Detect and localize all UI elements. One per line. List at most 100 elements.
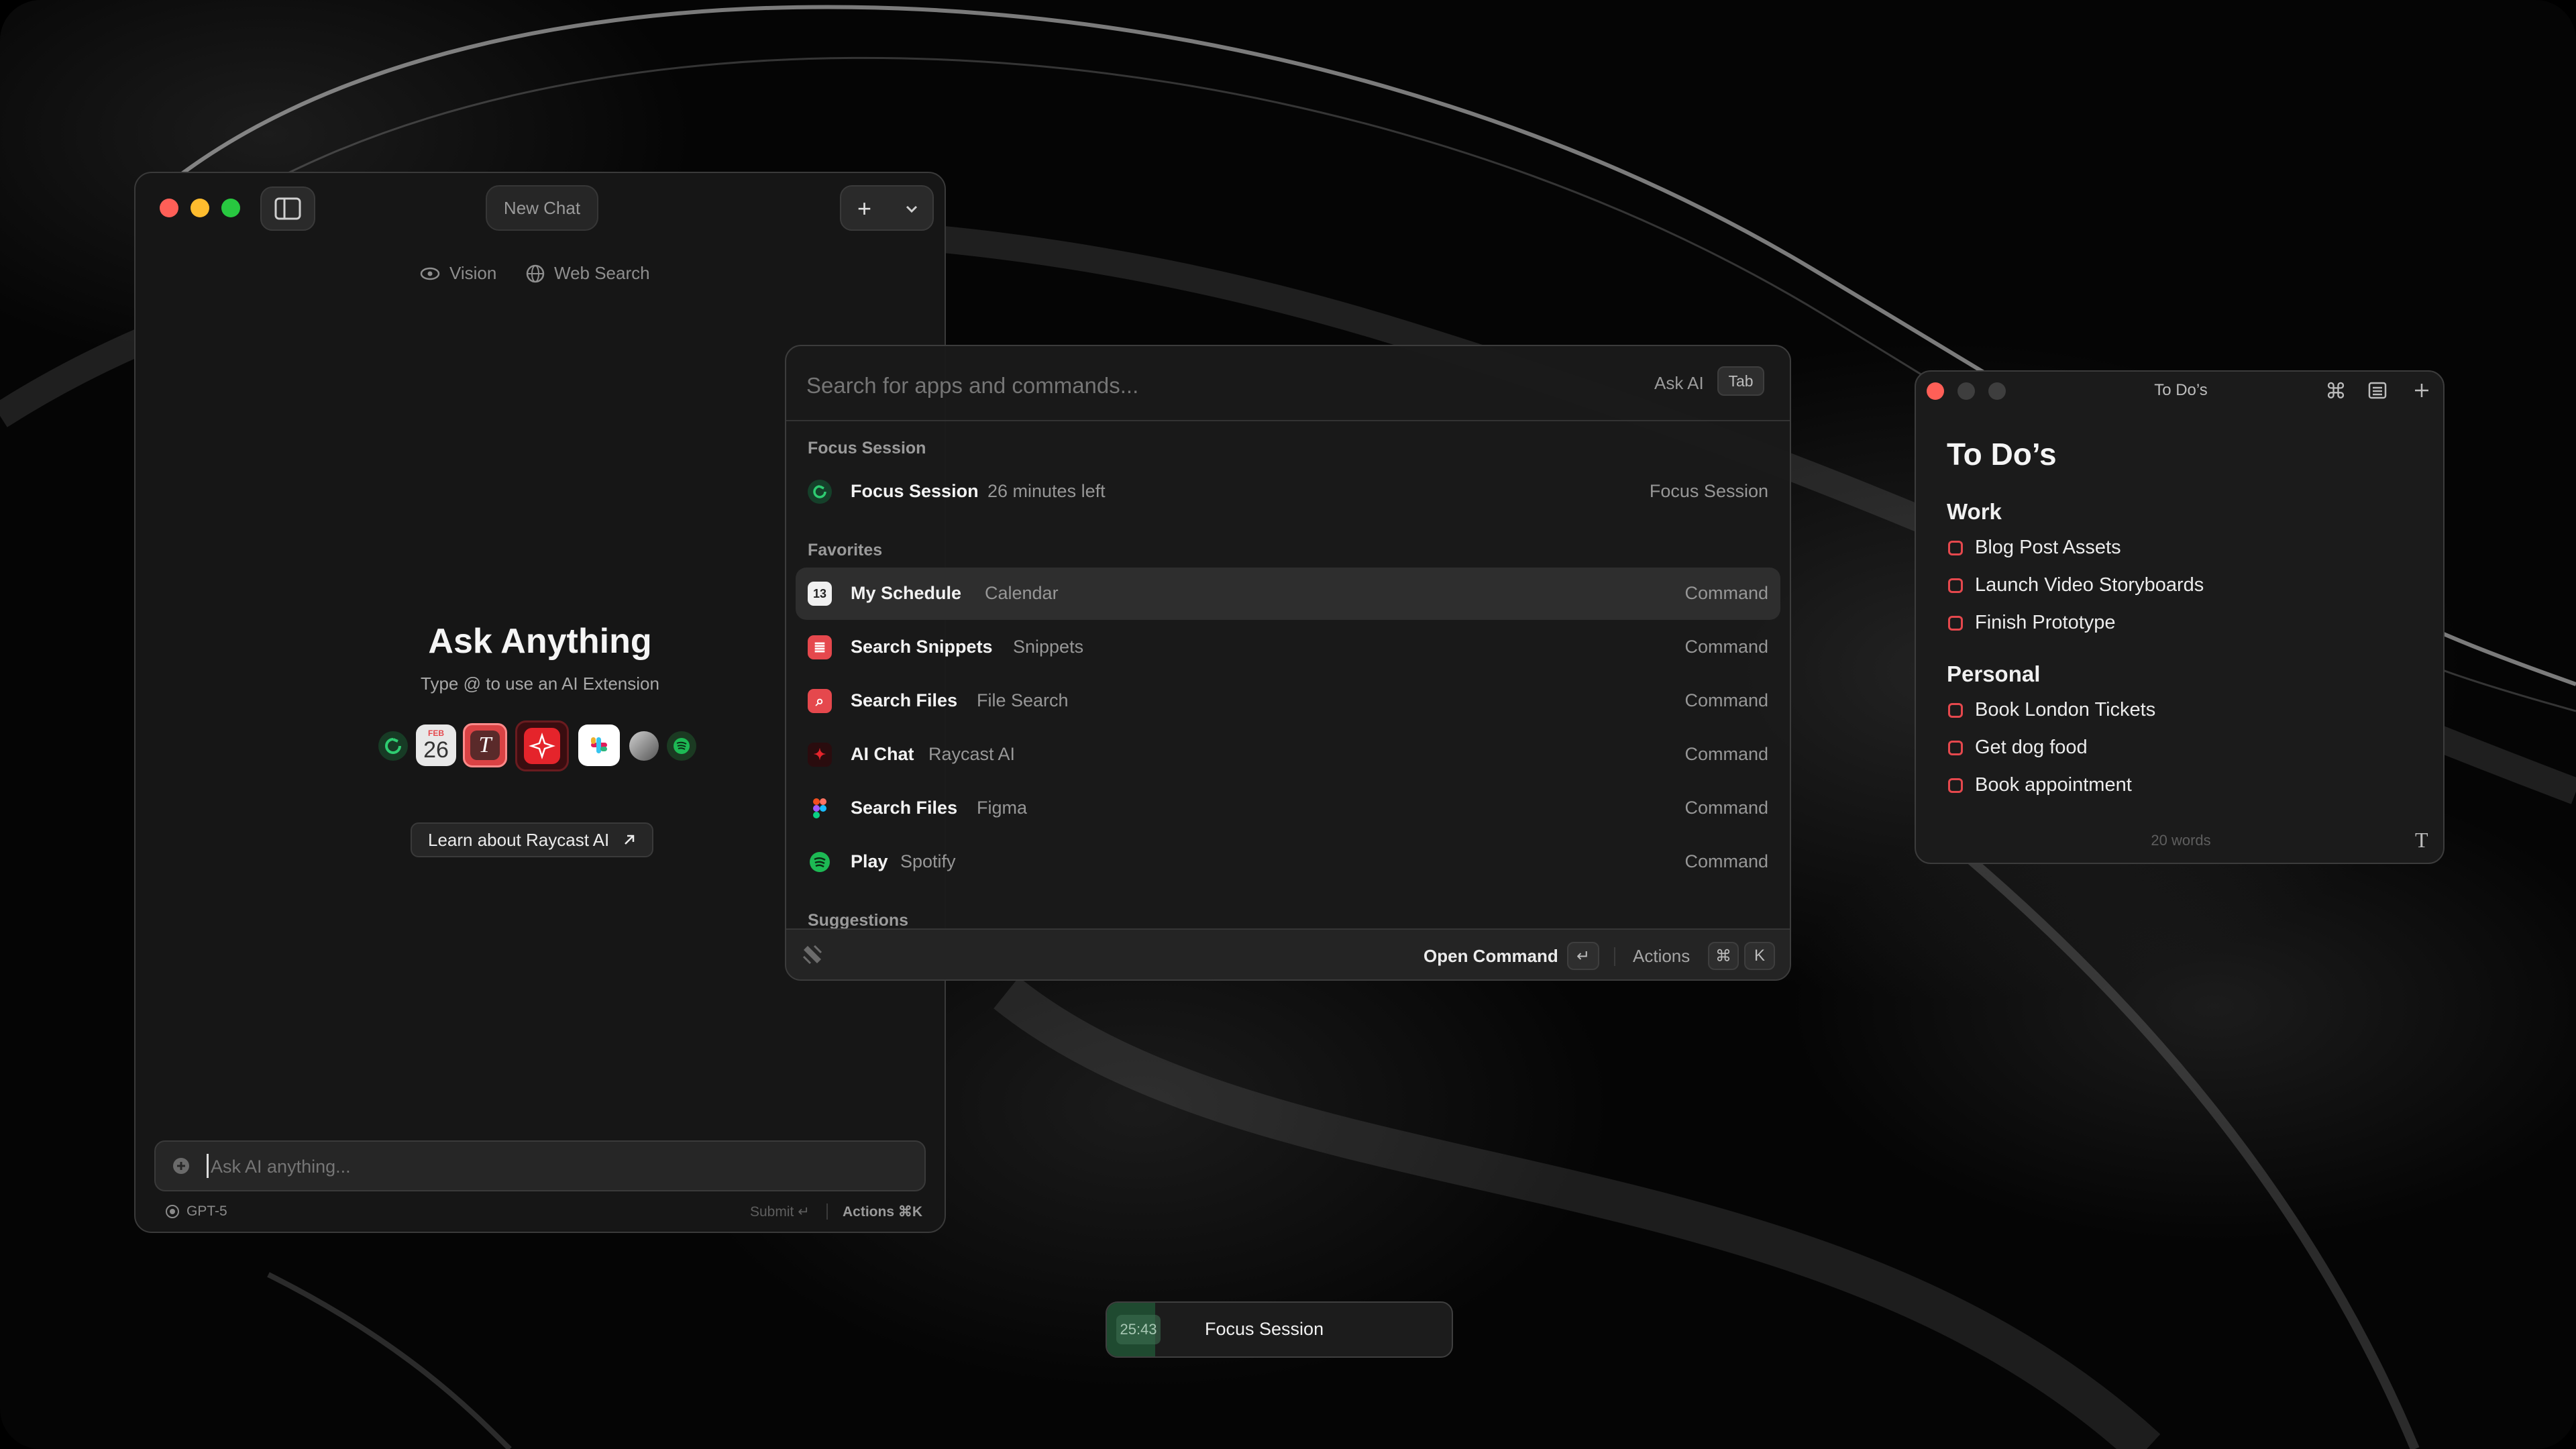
focus-session-icon xyxy=(808,480,832,504)
chat-title[interactable]: New Chat xyxy=(486,185,598,231)
list-item-subtitle: Spotify xyxy=(900,851,956,871)
list-item-title: AI Chat xyxy=(851,744,914,764)
actions-hint[interactable]: Actions ⌘K xyxy=(843,1203,922,1220)
focus-extension-icon[interactable] xyxy=(378,731,408,761)
focus-session-subtitle: 26 minutes left xyxy=(987,481,1106,501)
list-item-search-files-figma[interactable]: Search Files Figma Command xyxy=(796,782,1780,835)
linear-extension-icon[interactable] xyxy=(629,731,659,761)
eye-icon xyxy=(420,267,440,280)
calendar-icon: 13 xyxy=(808,582,832,606)
footer-divider xyxy=(1614,947,1615,966)
actions-action[interactable]: Actions xyxy=(1633,946,1690,967)
calendar-extension-icon[interactable]: FEB 26 xyxy=(416,724,456,766)
todo-item[interactable]: Book London Tickets xyxy=(1948,699,2155,721)
list-icon[interactable] xyxy=(2368,381,2387,400)
list-item-search-snippets[interactable]: ≣ Search Snippets Snippets Command xyxy=(796,621,1780,674)
section-favorites: Favorites xyxy=(808,541,883,559)
todo-label: Book London Tickets xyxy=(1975,699,2156,720)
todo-label: Book appointment xyxy=(1975,774,2132,796)
text-cursor xyxy=(207,1154,209,1178)
command-icon[interactable]: ⌘ xyxy=(2325,378,2347,404)
list-item-title: Play xyxy=(851,851,888,871)
format-text-icon[interactable]: T xyxy=(2415,828,2428,853)
footer-divider xyxy=(826,1203,828,1220)
file-search-icon: ⌕ xyxy=(808,689,832,713)
model-selector[interactable]: GPT-5 xyxy=(165,1203,227,1220)
text-extension-icon[interactable]: T xyxy=(463,723,507,767)
list-item-subtitle: File Search xyxy=(977,690,1069,710)
checkbox[interactable] xyxy=(1948,540,1963,555)
notes-window: To Do’s ⌘ To Do’s Work Blog Post Assets … xyxy=(1915,370,2445,864)
ask-ai-input[interactable] xyxy=(209,1151,883,1182)
list-item-my-schedule[interactable]: 13 My Schedule Calendar Command xyxy=(796,568,1780,620)
tab-key-hint: Tab xyxy=(1717,366,1764,396)
checkbox[interactable] xyxy=(1948,740,1963,755)
focus-session-title: Focus Session xyxy=(851,481,979,501)
close-window-button[interactable] xyxy=(160,199,178,217)
todo-item[interactable]: Book appointment xyxy=(1948,774,2132,796)
list-item-ai-chat[interactable]: ✦ AI Chat Raycast AI Command xyxy=(796,729,1780,781)
list-item-subtitle: Raycast AI xyxy=(928,744,1016,764)
section-heading-work: Work xyxy=(1947,499,2002,524)
todo-label: Finish Prototype xyxy=(1975,612,2116,633)
learn-about-raycast-ai-button[interactable]: Learn about Raycast AI xyxy=(411,822,654,857)
list-item-subtitle: Figma xyxy=(977,798,1028,818)
todo-item[interactable]: Blog Post Assets xyxy=(1948,537,2121,559)
todo-label: Blog Post Assets xyxy=(1975,537,2121,558)
checkbox[interactable] xyxy=(1948,702,1963,718)
attach-icon[interactable] xyxy=(172,1157,191,1175)
todo-item[interactable]: Finish Prototype xyxy=(1948,612,2116,634)
raycast-ai-extension-icon[interactable] xyxy=(515,720,569,771)
open-command-action[interactable]: Open Command xyxy=(1424,946,1558,967)
ask-ai-label[interactable]: Ask AI xyxy=(1654,373,1704,394)
list-item-play-spotify[interactable]: Play Spotify Command xyxy=(796,836,1780,888)
raycast-ai-icon: ✦ xyxy=(808,743,832,767)
k-key-hint: K xyxy=(1744,942,1775,970)
submit-hint[interactable]: Submit ↵ xyxy=(750,1203,810,1220)
launcher-footer: Open Command ↵ Actions ⌘ K xyxy=(786,928,1790,979)
list-item-search-files[interactable]: ⌕ Search Files File Search Command xyxy=(796,675,1780,727)
plus-icon[interactable] xyxy=(2414,382,2430,398)
notes-window-title: To Do’s xyxy=(2154,381,2208,399)
launcher-search-input[interactable] xyxy=(805,366,1546,405)
search-divider xyxy=(786,420,1790,421)
new-chat-button[interactable]: + xyxy=(857,195,871,223)
focus-session-accessory: Focus Session xyxy=(1649,481,1768,501)
raycast-logo-icon[interactable] xyxy=(801,943,824,966)
vision-option[interactable]: Vision xyxy=(420,263,496,284)
focus-session-pill[interactable]: 25:43 Focus Session xyxy=(1106,1301,1453,1358)
arrow-up-right-icon xyxy=(625,835,635,845)
sidebar-toggle-icon xyxy=(274,197,301,220)
calendar-day: 26 xyxy=(423,737,449,763)
sidebar-toggle-button[interactable] xyxy=(260,186,315,231)
list-item-title: Search Files xyxy=(851,798,958,818)
extension-icon-row: FEB 26 T xyxy=(378,720,714,771)
section-heading-personal: Personal xyxy=(1947,661,2041,686)
checkbox[interactable] xyxy=(1948,615,1963,631)
todo-label: Launch Video Storyboards xyxy=(1975,574,2204,596)
todo-item[interactable]: Launch Video Storyboards xyxy=(1948,574,2204,596)
chevron-down-icon[interactable] xyxy=(906,205,918,213)
list-item-subtitle: Calendar xyxy=(985,583,1059,603)
list-item-accessory: Command xyxy=(1684,583,1768,603)
todo-label: Get dog food xyxy=(1975,737,2088,758)
list-item-accessory: Command xyxy=(1684,637,1768,657)
minimize-window-button[interactable] xyxy=(191,199,209,217)
command-key-hint: ⌘ xyxy=(1708,942,1739,970)
list-item-title: My Schedule xyxy=(851,583,962,603)
slack-extension-icon[interactable] xyxy=(578,724,620,766)
focus-session-label: Focus Session xyxy=(1205,1319,1324,1339)
new-chat-button-group: + xyxy=(840,185,934,231)
todo-item[interactable]: Get dog food xyxy=(1948,737,2088,759)
model-name: GPT-5 xyxy=(186,1203,227,1219)
zoom-window-button[interactable] xyxy=(221,199,240,217)
globe-icon xyxy=(526,264,545,282)
checkbox[interactable] xyxy=(1948,578,1963,593)
web-search-option[interactable]: Web Search xyxy=(526,263,650,284)
spotify-extension-icon[interactable] xyxy=(667,731,696,761)
ask-ai-input-container xyxy=(154,1140,926,1191)
checkbox[interactable] xyxy=(1948,777,1963,793)
list-item-subtitle: Snippets xyxy=(1013,637,1084,657)
list-item-focus-session[interactable]: Focus Session 26 minutes left Focus Sess… xyxy=(796,466,1780,518)
focus-timer: 25:43 xyxy=(1116,1315,1161,1344)
